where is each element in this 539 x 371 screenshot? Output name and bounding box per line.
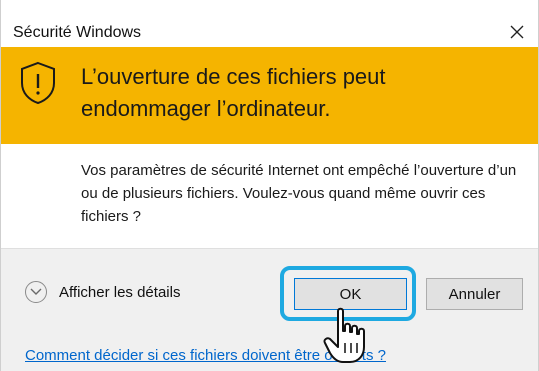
- security-dialog: Sécurité Windows L’ouverture de ces fich…: [0, 0, 539, 371]
- show-details-toggle[interactable]: Afficher les détails: [25, 281, 180, 303]
- show-details-label: Afficher les détails: [59, 283, 181, 301]
- title-bar: Sécurité Windows: [1, 0, 538, 44]
- close-icon: [510, 25, 524, 39]
- warning-shield-icon: [21, 61, 55, 105]
- banner-message: L’ouverture de ces fichiers peut endomma…: [81, 64, 386, 121]
- window-title: Sécurité Windows: [13, 24, 142, 41]
- ok-button[interactable]: OK: [294, 278, 407, 310]
- security-message: Vos paramètres de sécurité Internet ont …: [81, 162, 517, 225]
- warning-banner: L’ouverture de ces fichiers peut endomma…: [1, 47, 538, 144]
- chevron-down-icon: [25, 281, 47, 303]
- close-button[interactable]: [502, 17, 532, 47]
- cancel-button[interactable]: Annuler: [426, 278, 523, 310]
- dialog-footer: Afficher les détails OK Annuler Comment …: [1, 248, 538, 371]
- hand-pointer-icon: [323, 307, 365, 363]
